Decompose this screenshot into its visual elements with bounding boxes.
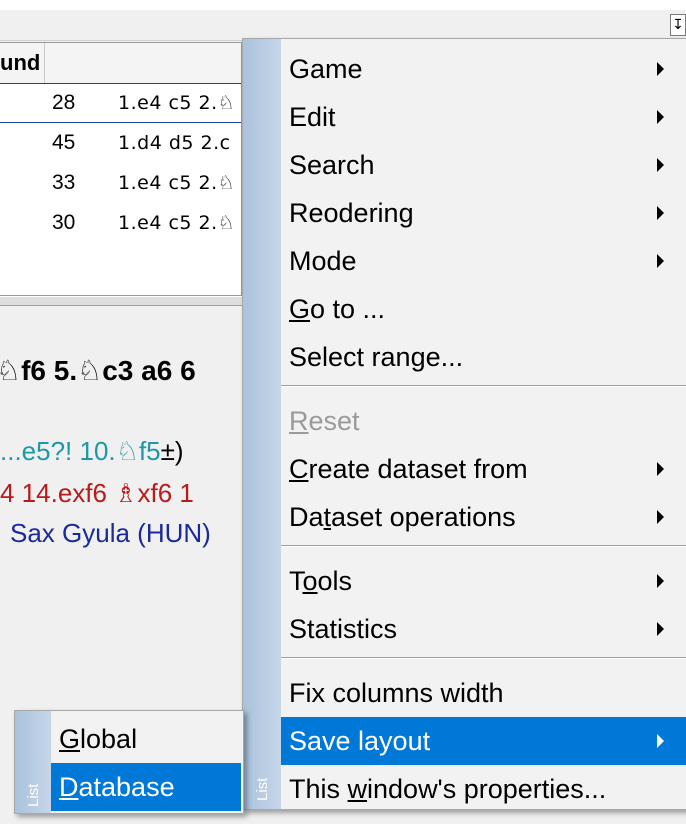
- menu-item-label: This window's properties...: [289, 774, 607, 804]
- cell-round: 30: [52, 211, 76, 234]
- menu-item-label: Database: [59, 772, 175, 802]
- menu-item-fix-columns-width[interactable]: Fix columns width: [281, 669, 686, 717]
- menu-item-game[interactable]: Game: [281, 45, 686, 93]
- menu-item-label: Search: [289, 150, 375, 180]
- menu-item-label: Edit: [289, 102, 336, 132]
- toolbar: ↧: [0, 10, 686, 41]
- menu-item-label: Reodering: [289, 198, 414, 228]
- menu-item-go-to[interactable]: Go to ...: [281, 285, 686, 333]
- notation-players[interactable]: Sax Gyula (HUN): [10, 518, 211, 549]
- menu-item-create-dataset-from[interactable]: Create dataset from: [281, 445, 686, 493]
- table-row[interactable]: 33 1.e4 c5 2.♘: [0, 163, 241, 203]
- cell-round: 28: [52, 91, 76, 114]
- submenu-arrow-icon: [657, 158, 664, 172]
- menu-item-dataset-operations[interactable]: Dataset operations: [281, 493, 686, 541]
- menu-item-label: Mode: [289, 246, 357, 276]
- cell-moves: 1.e4 c5 2.♘: [118, 92, 236, 114]
- cell-moves: 1.e4 c5 2.♘: [118, 172, 236, 194]
- table-row[interactable]: 30 1.e4 c5 2.♘: [0, 203, 241, 243]
- menu-item-select-range[interactable]: Select range...: [281, 333, 686, 381]
- submenu-arrow-icon: [657, 622, 664, 636]
- cell-moves: 1.e4 c5 2.♘: [118, 212, 236, 234]
- menu-item-search[interactable]: Search: [281, 141, 686, 189]
- menu-item-label: Save layout: [289, 726, 431, 756]
- menu-separator: [281, 657, 686, 659]
- dock-icon: ↧: [672, 17, 684, 33]
- menu-side-label: List: [25, 783, 42, 807]
- menu-item-edit[interactable]: Edit: [281, 93, 686, 141]
- menu-item-label: Go to ...: [289, 294, 386, 324]
- game-list-header: und: [0, 43, 241, 84]
- notation-comment[interactable]: 4 14.exf6 ♗xf6 1: [0, 478, 194, 509]
- submenu-arrow-icon: [657, 462, 664, 476]
- menu-item-label: Game: [289, 54, 363, 84]
- menu-item-label: Tools: [289, 566, 353, 596]
- save-layout-submenu: List Global Database: [14, 710, 244, 814]
- submenu-arrow-icon: [657, 510, 664, 524]
- submenu-arrow-icon: [657, 734, 664, 748]
- menu-side-bar: List: [243, 39, 281, 809]
- menu-side-label: List: [254, 777, 271, 801]
- menu-separator: [281, 545, 686, 547]
- submenu-arrow-icon: [657, 254, 664, 268]
- pane-splitter[interactable]: [0, 296, 242, 306]
- game-list[interactable]: und 28 1.e4 c5 2.♘ 45 1.d4 d5 2.c 33 1.e…: [0, 42, 242, 296]
- menu-item-save-layout[interactable]: Save layout: [281, 717, 686, 765]
- menu-item-mode[interactable]: Mode: [281, 237, 686, 285]
- column-header-round[interactable]: und: [0, 43, 45, 83]
- notation-mainline[interactable]: ♘f6 5.♘c3 a6 6: [0, 354, 196, 387]
- menu-item-tools[interactable]: Tools: [281, 557, 686, 605]
- menu-item-window-properties[interactable]: This window's properties...: [281, 765, 686, 813]
- menu-item-label: Create dataset from: [289, 454, 528, 484]
- menu-item-reset: Reset: [281, 397, 686, 445]
- evaluation-symbol: ±): [160, 436, 184, 466]
- submenu-arrow-icon: [657, 206, 664, 220]
- cell-moves: 1.d4 d5 2.c: [118, 132, 231, 154]
- menu-item-statistics[interactable]: Statistics: [281, 605, 686, 653]
- menu-item-label: Global: [59, 724, 138, 754]
- notation-variation[interactable]: ...e5?! 10.♘f5±): [0, 436, 184, 467]
- menu-item-label: Dataset operations: [289, 502, 516, 532]
- submenu-item-database[interactable]: Database: [51, 763, 241, 811]
- cell-round: 45: [52, 131, 76, 154]
- menu-item-label: Fix columns width: [289, 678, 504, 708]
- menu-side-bar: List: [15, 711, 51, 813]
- cell-round: 33: [52, 171, 76, 194]
- submenu-arrow-icon: [657, 110, 664, 124]
- toolbar-dock-button[interactable]: ↧: [670, 14, 686, 36]
- menu-item-reordering[interactable]: Reodering: [281, 189, 686, 237]
- menu-item-label: Statistics: [289, 614, 398, 644]
- menu-item-label: Select range...: [289, 342, 464, 372]
- table-row[interactable]: 45 1.d4 d5 2.c: [0, 123, 241, 163]
- context-menu: List Game Edit Search Reodering Mode Go …: [242, 38, 686, 810]
- menu-separator: [281, 385, 686, 387]
- submenu-item-global[interactable]: Global: [51, 715, 241, 763]
- menu-item-label: Reset: [289, 406, 360, 436]
- table-row[interactable]: 28 1.e4 c5 2.♘: [0, 83, 241, 123]
- submenu-arrow-icon: [657, 574, 664, 588]
- submenu-arrow-icon: [657, 62, 664, 76]
